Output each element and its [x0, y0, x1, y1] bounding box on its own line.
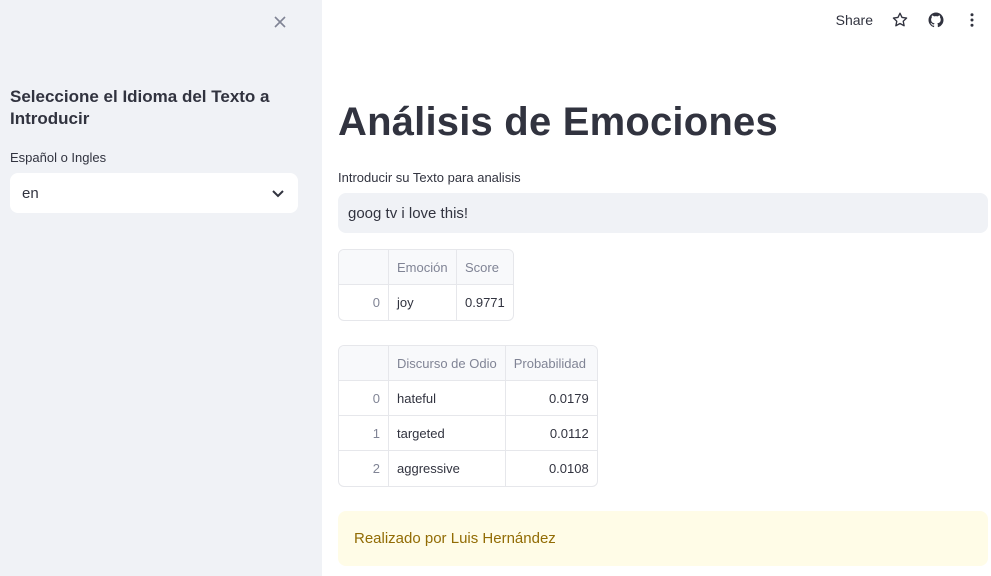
column-header[interactable]: Score	[457, 250, 513, 285]
page-title: Análisis de Emociones	[338, 100, 778, 144]
text-input-label: Introducir su Texto para analisis	[338, 170, 521, 185]
chevron-down-icon	[272, 190, 284, 198]
column-header[interactable]: Discurso de Odio	[389, 346, 506, 381]
index-header	[339, 250, 389, 285]
row-index: 0	[339, 285, 389, 320]
language-select-label: Español o Ingles	[10, 150, 107, 165]
share-button[interactable]: Share	[836, 12, 873, 28]
sidebar-heading: Seleccione el Idioma del Texto a Introdu…	[10, 87, 270, 128]
table-row: 0 hateful 0.0179	[339, 381, 597, 416]
language-select-value: en	[22, 184, 39, 202]
table-header-row: Emoción Score	[339, 250, 513, 285]
language-select[interactable]: en	[10, 173, 298, 213]
success-alert-text: Realizado por Luis Hernández	[354, 530, 556, 547]
emotion-table[interactable]: Emoción Score 0 joy 0.9771	[338, 249, 514, 321]
table-row: 2 aggressive 0.0108	[339, 451, 597, 486]
more-vert-icon[interactable]	[963, 11, 981, 29]
star-icon[interactable]	[891, 11, 909, 29]
row-index: 0	[339, 381, 389, 416]
table-cell[interactable]: hateful	[389, 381, 506, 416]
column-header[interactable]: Probabilidad	[505, 346, 597, 381]
sidebar: Seleccione el Idioma del Texto a Introdu…	[0, 0, 322, 576]
text-input-value: goog tv i love this!	[348, 204, 469, 222]
row-index: 1	[339, 416, 389, 451]
table-cell[interactable]: 0.9771	[457, 285, 513, 320]
table-cell[interactable]: aggressive	[389, 451, 506, 486]
github-icon[interactable]	[927, 11, 945, 29]
table-row: 1 targeted 0.0112	[339, 416, 597, 451]
table-cell[interactable]: joy	[389, 285, 457, 320]
column-header[interactable]: Emoción	[389, 250, 457, 285]
table-cell[interactable]: 0.0108	[506, 451, 597, 486]
table-header-row: Discurso de Odio Probabilidad	[339, 346, 597, 381]
index-header	[339, 346, 389, 381]
toolbar: Share	[836, 8, 981, 32]
row-index: 2	[339, 451, 389, 486]
text-input[interactable]: goog tv i love this!	[338, 193, 988, 233]
table-cell[interactable]: targeted	[389, 416, 506, 451]
hate-speech-table[interactable]: Discurso de Odio Probabilidad 0 hateful …	[338, 345, 598, 487]
success-alert: Realizado por Luis Hernández	[338, 511, 988, 566]
table-cell[interactable]: 0.0112	[505, 416, 597, 451]
close-icon[interactable]	[268, 10, 292, 34]
table-cell[interactable]: 0.0179	[505, 381, 597, 416]
table-row: 0 joy 0.9771	[339, 285, 513, 320]
